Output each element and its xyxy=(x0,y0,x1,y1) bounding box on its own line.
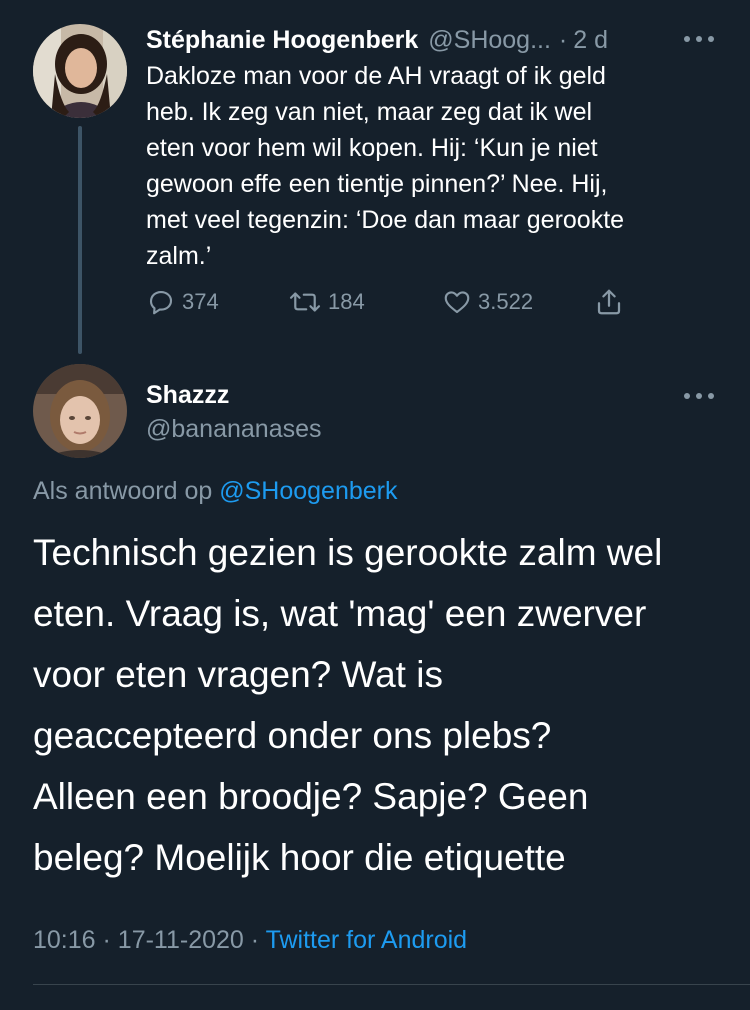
avatar-photo xyxy=(33,364,127,458)
avatar-photo xyxy=(33,24,127,118)
tweet-header: Stéphanie Hoogenberk @SHoog... · 2 d xyxy=(146,22,736,58)
reply-prefix: Als antwoord op xyxy=(33,477,213,505)
reply-button[interactable]: 374 xyxy=(146,284,219,320)
tweet-text: Technisch gezien is gerookte zalm wel et… xyxy=(33,532,663,878)
reply-count: 374 xyxy=(182,289,219,314)
more-options-icon[interactable] xyxy=(684,33,714,45)
tweet-text: Dakloze man voor de AH vraagt of ik geld… xyxy=(146,62,625,270)
tweet-actions: 374 184 3.522 xyxy=(146,284,646,320)
heart-icon xyxy=(442,287,472,317)
author-handle[interactable]: @SHoog... xyxy=(428,22,551,58)
separator-dot: · xyxy=(558,26,568,54)
reply-icon xyxy=(146,287,176,317)
tweet-date[interactable]: 17-11-2020 xyxy=(118,926,244,954)
thread-connector-line xyxy=(78,126,82,354)
tweet-time[interactable]: 2 d xyxy=(573,22,608,58)
reply-mention-link[interactable]: @SHoogenberk xyxy=(219,477,397,505)
tweet-source-link[interactable]: Twitter for Android xyxy=(266,926,467,954)
more-options-icon[interactable] xyxy=(684,390,714,402)
separator-dot: · xyxy=(250,926,260,954)
divider xyxy=(33,984,750,985)
avatar[interactable] xyxy=(33,364,127,458)
retweet-icon xyxy=(288,287,322,317)
tweet-thread-view: Stéphanie Hoogenberk @SHoog... · 2 d Dak… xyxy=(0,0,750,1010)
retweet-count: 184 xyxy=(328,289,365,314)
author-name[interactable]: Shazzz xyxy=(146,378,229,412)
avatar[interactable] xyxy=(33,24,127,118)
separator-dot: · xyxy=(102,926,111,954)
like-button[interactable]: 3.522 xyxy=(442,284,533,320)
like-count: 3.522 xyxy=(478,289,534,314)
parent-tweet[interactable]: Stéphanie Hoogenberk @SHoog... · 2 d Dak… xyxy=(0,0,750,360)
tweet-time[interactable]: 10:16 xyxy=(33,926,96,954)
author-handle[interactable]: @banananases xyxy=(146,412,322,446)
tweet-meta: 10:16 · 17-11-2020 · Twitter for Android xyxy=(33,922,467,958)
share-button[interactable] xyxy=(594,284,630,320)
share-icon xyxy=(594,287,624,317)
retweet-button[interactable]: 184 xyxy=(288,284,365,320)
author-name[interactable]: Stéphanie Hoogenberk xyxy=(146,22,418,58)
replying-to-line: Als antwoord op @SHoogenberk xyxy=(33,474,398,508)
